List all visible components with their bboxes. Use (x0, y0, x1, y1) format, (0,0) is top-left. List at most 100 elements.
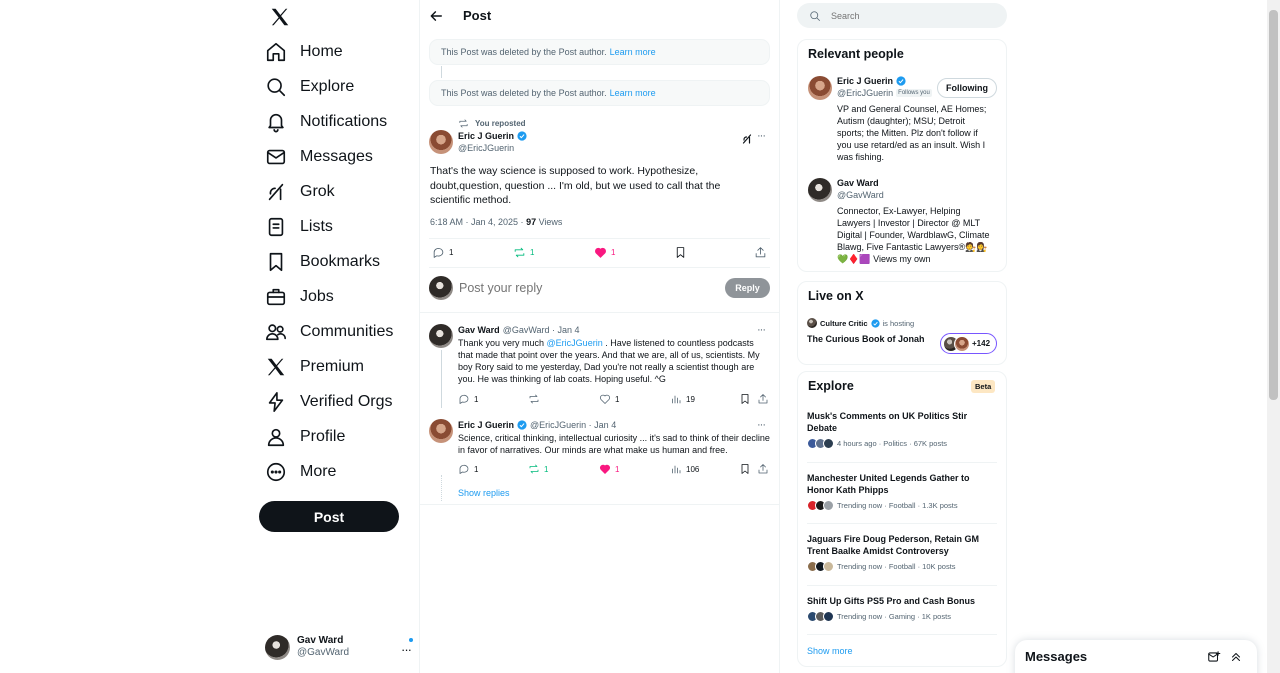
learn-more-link[interactable]: Learn more (610, 88, 656, 98)
author-name[interactable]: Gav Ward (458, 325, 500, 335)
expand-icon[interactable] (1229, 650, 1243, 664)
post-text: That's the way science is supposed to wo… (430, 165, 721, 206)
bookmark-icon (676, 247, 685, 258)
avatar[interactable] (429, 419, 453, 443)
more-icon[interactable]: ··· (757, 324, 766, 336)
trend-item[interactable]: Manchester United Legends Gather to Hono… (807, 472, 997, 511)
nav-label: Home (300, 43, 343, 60)
trend-item[interactable]: Musk's Comments on UK Politics Stir Deba… (807, 410, 997, 449)
author-name[interactable]: Eric J Guerin (458, 131, 514, 141)
messages-drawer[interactable]: Messages (1015, 640, 1257, 673)
main-column: Post This Post was deleted by the Post a… (419, 0, 780, 673)
repost-icon (529, 464, 539, 474)
search-bar[interactable] (797, 3, 1007, 28)
bookmark-button[interactable] (739, 393, 751, 405)
heart-icon (599, 394, 611, 404)
nav-label: Verified Orgs (300, 393, 393, 410)
nav-explore[interactable]: Explore (259, 70, 354, 104)
like-button[interactable]: 1 (599, 393, 619, 405)
avatar[interactable] (429, 324, 453, 348)
new-message-icon[interactable] (1207, 650, 1221, 664)
live-space-title[interactable]: The Curious Book of Jonah (807, 334, 925, 344)
trend-title: Musk's Comments on UK Politics Stir Deba… (807, 411, 968, 433)
reply-button[interactable]: 1 (458, 463, 478, 475)
deleted-post-notice: This Post was deleted by the Post author… (429, 80, 770, 106)
repost-button[interactable]: 1 (513, 246, 534, 259)
verified-badge-icon (517, 420, 527, 430)
grok-icon[interactable] (741, 133, 753, 145)
trend-item[interactable]: Jaguars Fire Doug Pederson, Retain GM Tr… (807, 533, 997, 572)
bookmark-button[interactable] (739, 463, 751, 475)
beta-badge: Beta (971, 380, 996, 393)
reply-submit-button[interactable]: Reply (725, 278, 770, 298)
nav-notifications[interactable]: Notifications (259, 105, 387, 139)
repost-button[interactable] (528, 393, 540, 405)
views-button[interactable]: 19 (670, 393, 695, 405)
live-listeners-pill[interactable]: +142 (940, 333, 997, 354)
verified-badge-icon (870, 318, 880, 328)
nav-communities[interactable]: Communities (259, 315, 393, 349)
bookmark-icon (269, 252, 283, 272)
account-name: Gav Ward (297, 635, 344, 646)
more-icon[interactable]: ··· (757, 419, 766, 431)
learn-more-link[interactable]: Learn more (610, 47, 656, 57)
more-circle-icon (266, 462, 286, 482)
views-button[interactable]: 106 (670, 463, 699, 475)
trend-title: Jaguars Fire Doug Pederson, Retain GM Tr… (807, 534, 980, 556)
following-button[interactable]: Following (937, 78, 997, 98)
scrollbar[interactable] (1267, 0, 1280, 673)
nav-messages[interactable]: Messages (259, 140, 373, 174)
nav-jobs[interactable]: Jobs (259, 280, 334, 314)
scrollbar-thumb[interactable] (1269, 10, 1278, 400)
reply-button[interactable]: 1 (458, 393, 478, 405)
show-replies-link[interactable]: Show replies (458, 488, 510, 498)
reply-icon (433, 248, 444, 258)
nav-premium[interactable]: Premium (259, 350, 364, 384)
search-input[interactable] (831, 10, 991, 21)
avatar[interactable] (808, 76, 832, 100)
avatar[interactable] (808, 178, 832, 202)
people-icon (266, 324, 286, 341)
bar-chart-icon (672, 465, 681, 474)
person-name[interactable]: Gav Ward (837, 178, 879, 188)
share-button[interactable] (754, 246, 767, 259)
back-arrow-icon[interactable] (429, 9, 443, 23)
avatar[interactable] (429, 130, 453, 154)
reply-count: 1 (474, 464, 479, 474)
post-button[interactable]: Post (259, 501, 399, 532)
nav-grok[interactable]: Grok (259, 175, 335, 209)
share-button[interactable] (757, 393, 769, 405)
trend-title: Shift Up Gifts PS5 Pro and Cash Bonus (807, 596, 976, 606)
account-switcher[interactable]: Gav Ward @GavWard ··· (265, 632, 413, 662)
more-icon[interactable]: ··· (757, 130, 766, 142)
person-name[interactable]: Eric J Guerin (837, 76, 893, 86)
home-icon (266, 42, 286, 62)
nav-more[interactable]: More (259, 455, 336, 489)
deleted-text: This Post was deleted by the Post author… (441, 88, 607, 98)
like-button[interactable]: 1 (599, 463, 619, 475)
reply-input[interactable] (459, 281, 689, 295)
deleted-text: This Post was deleted by the Post author… (441, 47, 607, 57)
reply-button[interactable]: 1 (432, 246, 453, 259)
live-host[interactable]: Culture Critic is hosting (807, 318, 914, 328)
repost-count: 1 (530, 248, 535, 257)
nav-lists[interactable]: Lists (259, 210, 333, 244)
show-more-link[interactable]: Show more (807, 646, 853, 656)
trend-avatars (807, 438, 834, 449)
repost-button[interactable]: 1 (528, 463, 548, 475)
nav-label: Lists (300, 218, 333, 235)
nav-label: Premium (300, 358, 365, 375)
nav-bookmarks[interactable]: Bookmarks (259, 245, 380, 279)
bookmark-button[interactable] (674, 246, 687, 259)
author-handle[interactable]: @EricJGuerin (458, 143, 514, 153)
nav-verified-orgs[interactable]: Verified Orgs (259, 385, 392, 419)
like-button[interactable]: 1 (594, 246, 615, 259)
author-name[interactable]: Eric J Guerin (458, 420, 514, 430)
mention-link[interactable]: @EricJGuerin (547, 338, 603, 348)
x-logo-icon[interactable] (265, 6, 295, 28)
reply-composer: Reply (429, 276, 770, 302)
trend-item[interactable]: Shift Up Gifts PS5 Pro and Cash Bonus Tr… (807, 595, 997, 622)
nav-home[interactable]: Home (259, 35, 343, 69)
share-button[interactable] (757, 463, 769, 475)
nav-profile[interactable]: Profile (259, 420, 345, 454)
